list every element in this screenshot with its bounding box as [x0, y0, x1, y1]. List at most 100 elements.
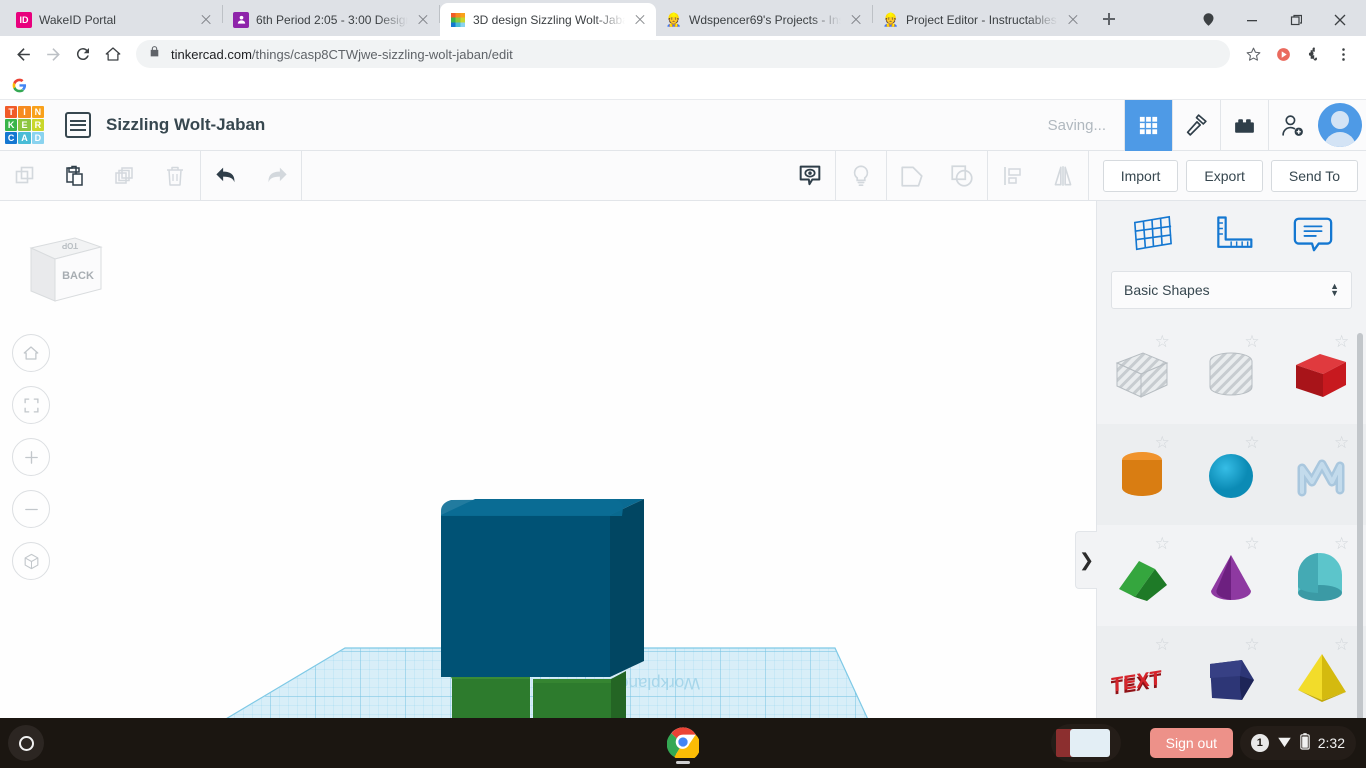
duplicate-button[interactable]: [100, 151, 150, 201]
delete-button[interactable]: [150, 151, 200, 201]
project-list-icon[interactable]: [65, 112, 91, 138]
favorite-star-icon[interactable]: ☆: [1155, 636, 1171, 653]
bricks-button[interactable]: [1220, 99, 1268, 151]
shape-cylinder-hole[interactable]: ☆: [1187, 323, 1277, 424]
grid-view-button[interactable]: [1124, 99, 1172, 151]
extensions-icon[interactable]: [1298, 39, 1328, 69]
reload-icon[interactable]: [68, 39, 98, 69]
tinkercad-logo-icon[interactable]: T I N K E R C A D: [2, 103, 47, 148]
launcher-button[interactable]: [8, 725, 44, 761]
browser-tab-4[interactable]: 👷 Project Editor - Instructables: [873, 3, 1089, 36]
zoom-out-button[interactable]: [12, 490, 50, 528]
browser-tab-1[interactable]: 6th Period 2:05 - 3:00 Design C: [223, 3, 439, 36]
shape-category-select[interactable]: Basic Shapes ▲ ▼: [1111, 271, 1352, 309]
fit-to-view-button[interactable]: [12, 386, 50, 424]
close-icon[interactable]: [1065, 12, 1081, 28]
close-icon[interactable]: [198, 12, 214, 28]
tinkercad-toolbar: Import Export Send To: [0, 150, 1366, 201]
redo-button[interactable]: [251, 151, 301, 201]
close-window-icon[interactable]: [1318, 3, 1362, 36]
cast-icon[interactable]: [1268, 39, 1298, 69]
invite-people-button[interactable]: [1268, 99, 1316, 151]
align-button[interactable]: [988, 151, 1038, 201]
favorite-star-icon[interactable]: ☆: [1334, 333, 1350, 350]
shape-sphere-blue[interactable]: ☆: [1186, 424, 1277, 525]
chrome-app-icon[interactable]: [667, 726, 699, 758]
favorite-star-icon[interactable]: ☆: [1334, 535, 1350, 552]
ungroup-button[interactable]: [937, 151, 987, 201]
mirror-button[interactable]: [1038, 151, 1088, 201]
panel-scrollbar[interactable]: [1357, 333, 1363, 753]
address-bar[interactable]: tinkercad.com/things/casp8CTWjwe-sizzlin…: [136, 40, 1230, 68]
favorite-star-icon[interactable]: ☆: [1244, 434, 1260, 451]
zoom-in-button[interactable]: [12, 438, 50, 476]
forward-icon[interactable]: [38, 39, 68, 69]
home-icon[interactable]: [98, 39, 128, 69]
close-icon[interactable]: [632, 12, 648, 28]
shape-box-hole[interactable]: ☆: [1097, 323, 1187, 424]
copy-button[interactable]: [0, 151, 50, 201]
minimize-icon[interactable]: [1230, 3, 1274, 36]
close-icon[interactable]: [848, 12, 864, 28]
group-button[interactable]: [887, 151, 937, 201]
favorite-star-icon[interactable]: ☆: [1334, 636, 1350, 653]
minus-icon: [24, 508, 38, 510]
shape-dome-teal[interactable]: ☆: [1276, 525, 1366, 626]
browser-tab-0[interactable]: ID WakeID Portal: [6, 3, 222, 36]
favorite-star-icon[interactable]: ☆: [1244, 535, 1260, 552]
close-icon[interactable]: [415, 12, 431, 28]
undo-button[interactable]: [201, 151, 251, 201]
shape-box-red[interactable]: ☆: [1276, 323, 1366, 424]
collapse-panel-button[interactable]: ❯: [1075, 531, 1097, 589]
shape-polygon-navy[interactable]: ☆: [1186, 626, 1277, 727]
view-cube[interactable]: BACK TOP: [18, 221, 108, 311]
ruler-tool[interactable]: [1211, 213, 1255, 260]
show-hide-button[interactable]: [785, 151, 835, 201]
shape-cylinder-orange[interactable]: ☆: [1097, 424, 1187, 525]
perspective-toggle-button[interactable]: [12, 542, 50, 580]
grid-icon: [1139, 116, 1158, 134]
note-tool[interactable]: [1292, 213, 1334, 260]
home-view-button[interactable]: [12, 334, 50, 372]
favorite-star-icon[interactable]: ☆: [1155, 535, 1171, 552]
workplane-grid-icon: [1134, 215, 1173, 250]
send-to-button[interactable]: Send To: [1270, 159, 1358, 192]
trash-icon: [167, 166, 183, 186]
logo-tile-0: T: [5, 105, 18, 118]
tab-title: Wdspencer69's Projects - Instr: [689, 12, 841, 27]
profile-icon[interactable]: [1186, 3, 1230, 36]
paste-button[interactable]: [50, 151, 100, 201]
menu-icon[interactable]: [1328, 39, 1358, 69]
logo-tile-2: N: [31, 105, 44, 118]
favorite-star-icon[interactable]: ☆: [1334, 434, 1350, 451]
shape-roof-green[interactable]: ☆: [1097, 525, 1187, 626]
system-tray[interactable]: 1 2:32: [1239, 726, 1356, 760]
browser-tab-3[interactable]: 👷 Wdspencer69's Projects - Instr: [656, 3, 872, 36]
design-canvas[interactable]: Workplane BACK TOP: [0, 201, 1096, 718]
star-icon[interactable]: [1238, 39, 1268, 69]
shape-cone-purple[interactable]: ☆: [1187, 525, 1277, 626]
codeblocks-button[interactable]: [1172, 99, 1220, 151]
maximize-icon[interactable]: [1274, 3, 1318, 36]
favorite-star-icon[interactable]: ☆: [1244, 333, 1260, 350]
light-button[interactable]: [836, 151, 886, 201]
shape-scribble[interactable]: ☆: [1276, 424, 1366, 525]
favorite-star-icon[interactable]: ☆: [1155, 333, 1171, 350]
favorite-star-icon[interactable]: ☆: [1244, 636, 1260, 653]
bookmark-google[interactable]: [12, 78, 27, 93]
back-icon[interactable]: [8, 39, 38, 69]
shape-text-red[interactable]: TEXT TEXT ☆: [1097, 626, 1187, 727]
shape-pyramid-yellow[interactable]: ☆: [1276, 626, 1366, 727]
history-button-group: [200, 150, 301, 201]
sign-out-button[interactable]: Sign out: [1149, 728, 1233, 758]
avatar[interactable]: [1318, 103, 1362, 147]
window-preview-button[interactable]: [1051, 724, 1121, 762]
export-button[interactable]: Export: [1186, 159, 1263, 192]
workplane-tool[interactable]: [1129, 213, 1175, 260]
browser-tab-2[interactable]: 3D design Sizzling Wolt-Jaban: [440, 3, 656, 36]
logo-tile-4: E: [18, 118, 31, 132]
shape-category-value: Basic Shapes: [1124, 282, 1210, 298]
new-tab-button[interactable]: [1095, 5, 1123, 33]
favorite-star-icon[interactable]: ☆: [1155, 434, 1171, 451]
import-button[interactable]: Import: [1102, 159, 1179, 192]
